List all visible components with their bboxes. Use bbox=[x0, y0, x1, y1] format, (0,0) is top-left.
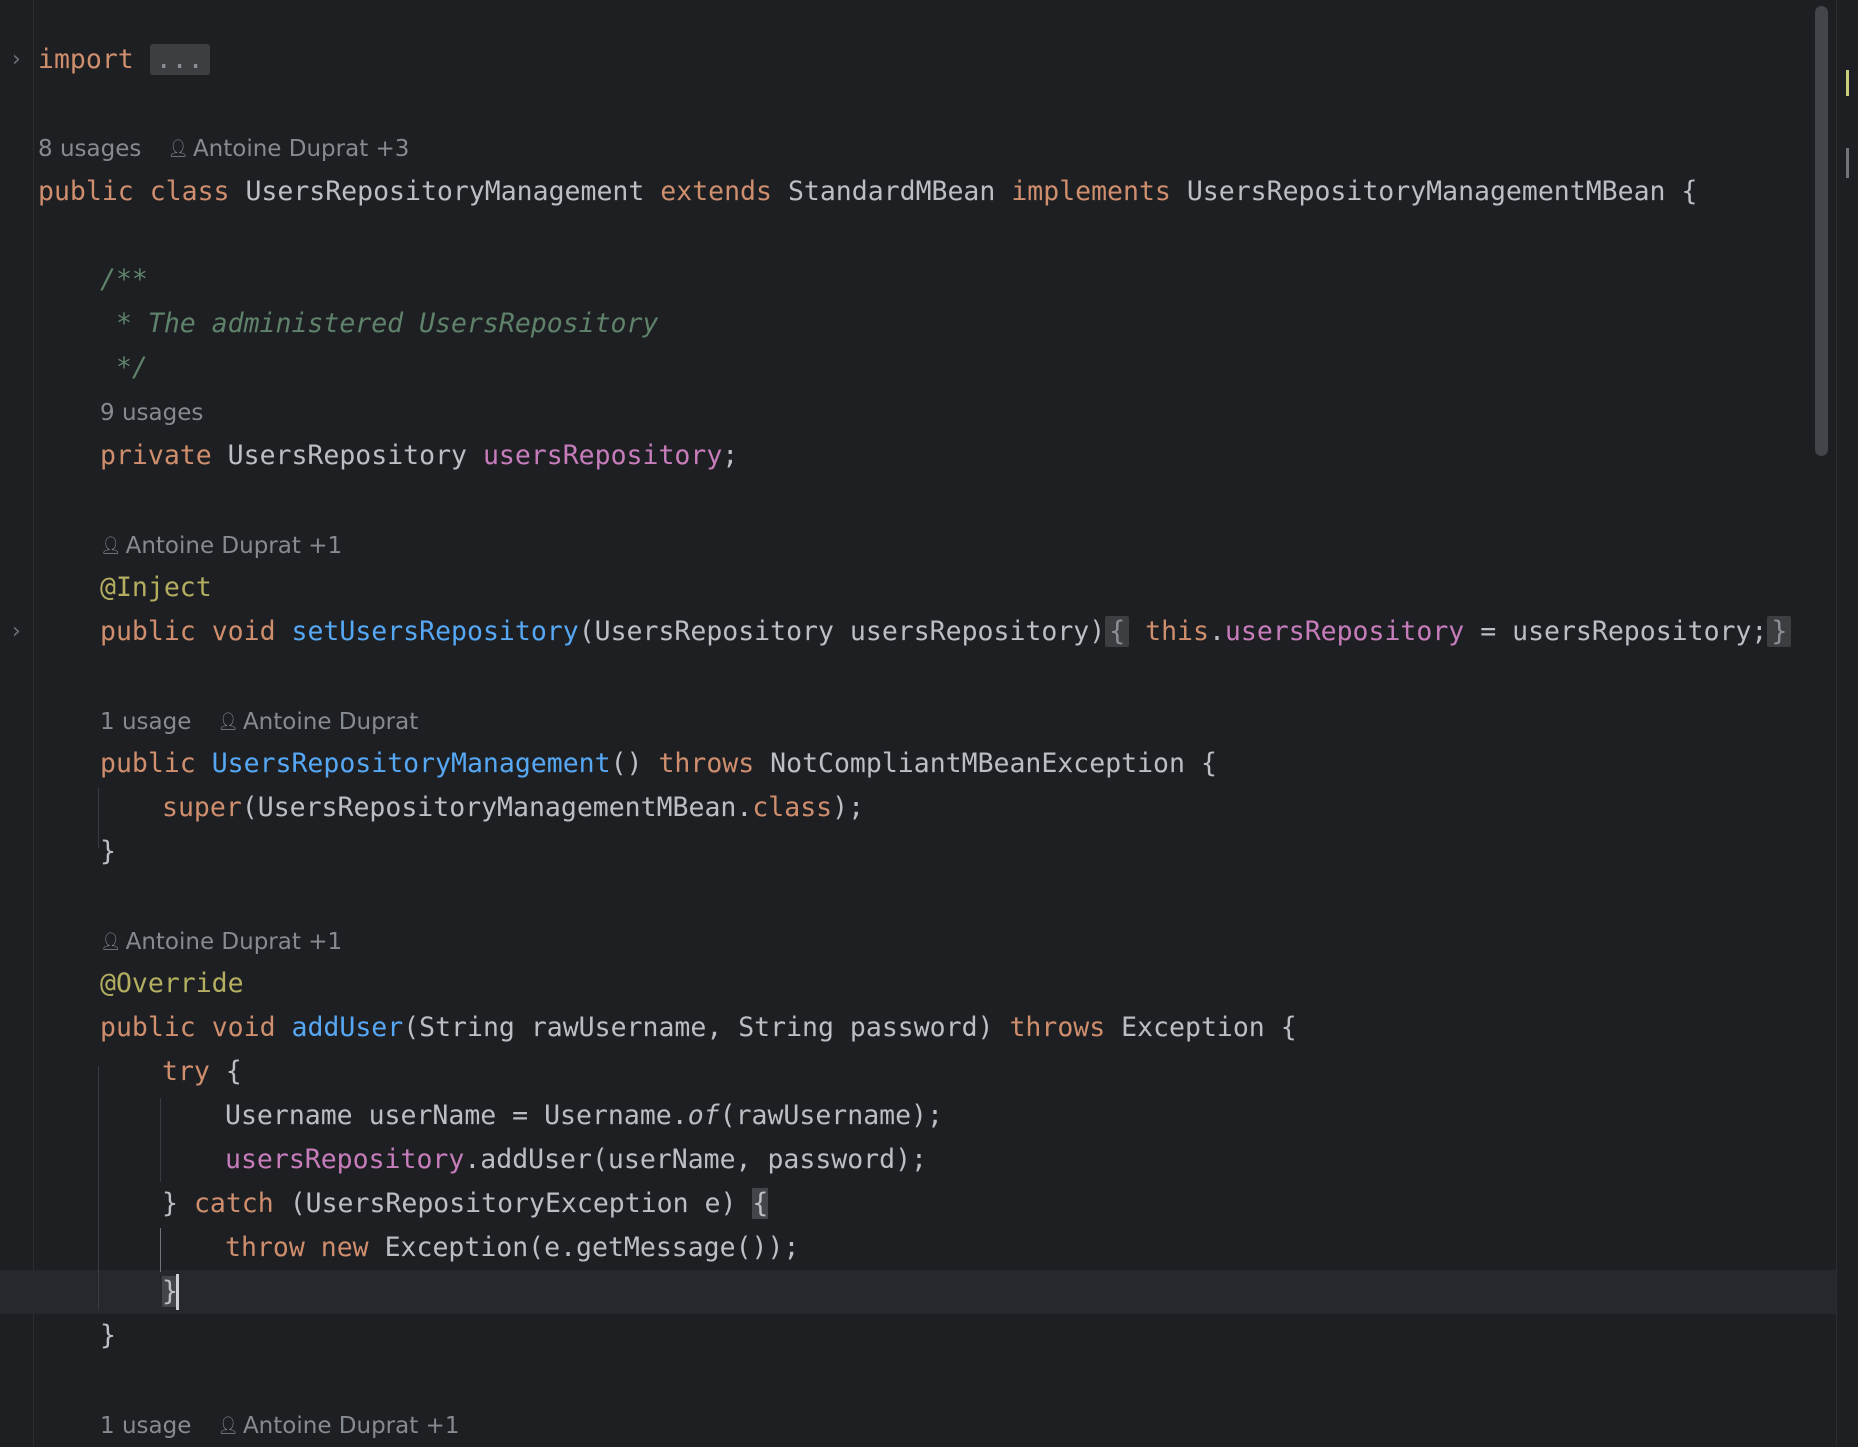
throw-line: throw new Exception(e.getMessage()); bbox=[225, 1232, 800, 1263]
class-declaration: public class UsersRepositoryManagement e… bbox=[38, 176, 1698, 207]
adduser-call-line: usersRepository.addUser(userName, passwo… bbox=[225, 1144, 928, 1175]
field-declaration: private UsersRepository usersRepository; bbox=[100, 440, 739, 471]
code-lens-setter[interactable]: 👤︎ Antoine Duprat +1 bbox=[100, 527, 342, 565]
chevron-right-icon[interactable]: › bbox=[12, 610, 26, 654]
import-line: import ... bbox=[38, 38, 210, 82]
usages-link[interactable]: 8 usages bbox=[38, 136, 141, 162]
usages-link[interactable]: 1 usage bbox=[100, 709, 191, 735]
code-lens-class[interactable]: 8 usages 👤︎ Antoine Duprat +3 bbox=[38, 130, 409, 168]
adduser-declaration: public void addUser(String rawUsername, … bbox=[100, 1012, 1297, 1043]
code-lens-next[interactable]: 1 usage 👤︎ Antoine Duprat +1 bbox=[100, 1407, 459, 1445]
person-icon: 👤︎ bbox=[217, 1416, 239, 1436]
folded-brace[interactable]: } bbox=[1767, 616, 1792, 647]
inspection-marker[interactable] bbox=[1846, 148, 1849, 178]
closing-brace: } bbox=[100, 836, 116, 867]
authors-link[interactable]: Antoine Duprat +1 bbox=[243, 1413, 460, 1439]
indent-guide bbox=[160, 1098, 161, 1182]
catch-line: } catch (UsersRepositoryException e) { bbox=[162, 1188, 769, 1219]
authors-link[interactable]: Antoine Duprat bbox=[243, 709, 418, 735]
person-icon: 👤︎ bbox=[217, 712, 239, 732]
indent-guide-active bbox=[160, 1228, 161, 1272]
authors-link[interactable]: Antoine Duprat +1 bbox=[126, 533, 343, 559]
closing-brace: } bbox=[100, 1320, 116, 1351]
javadoc-line: * The administered UsersRepository bbox=[100, 308, 659, 339]
authors-link[interactable]: Antoine Duprat +1 bbox=[126, 929, 343, 955]
chevron-right-icon[interactable]: › bbox=[12, 38, 26, 82]
person-icon: 👤︎ bbox=[167, 139, 189, 159]
inspection-marker[interactable] bbox=[1846, 70, 1849, 96]
code-lens-field[interactable]: 9 usages bbox=[100, 394, 203, 432]
person-icon: 👤︎ bbox=[100, 536, 122, 556]
gutter-divider bbox=[33, 0, 34, 1446]
constructor-declaration: public UsersRepositoryManagement() throw… bbox=[100, 748, 1217, 779]
javadoc-line: */ bbox=[100, 352, 148, 383]
matched-brace: { bbox=[752, 1188, 769, 1219]
indent-guide bbox=[98, 788, 99, 848]
person-icon: 👤︎ bbox=[100, 932, 122, 952]
folded-brace[interactable]: { bbox=[1105, 616, 1130, 647]
scrollbar-thumb[interactable] bbox=[1815, 6, 1828, 456]
setter-declaration: public void setUsersRepository(UsersRepo… bbox=[100, 610, 1792, 654]
inspection-strip[interactable] bbox=[1836, 0, 1858, 1446]
authors-link[interactable]: Antoine Duprat +3 bbox=[193, 136, 410, 162]
text-caret bbox=[176, 1274, 179, 1310]
username-line: Username userName = Username.of(rawUsern… bbox=[225, 1100, 943, 1131]
annotation-inject: @Inject bbox=[100, 572, 212, 603]
code-lens-constructor[interactable]: 1 usage 👤︎ Antoine Duprat bbox=[100, 703, 418, 741]
usages-link[interactable]: 9 usages bbox=[100, 400, 203, 426]
current-line-highlight bbox=[0, 1270, 1836, 1314]
code-editor[interactable]: › import ... 8 usages 👤︎ Antoine Duprat +3… bbox=[0, 0, 1836, 1446]
folded-imports[interactable]: ... bbox=[149, 44, 210, 75]
code-lens-adduser[interactable]: 👤︎ Antoine Duprat +1 bbox=[100, 923, 342, 961]
super-call: super(UsersRepositoryManagementMBean.cla… bbox=[162, 792, 865, 823]
indent-guide bbox=[98, 1066, 99, 1310]
try-line: try { bbox=[162, 1056, 242, 1087]
javadoc-line: /** bbox=[100, 264, 148, 295]
annotation-override: @Override bbox=[100, 968, 244, 999]
usages-link[interactable]: 1 usage bbox=[100, 1413, 191, 1439]
